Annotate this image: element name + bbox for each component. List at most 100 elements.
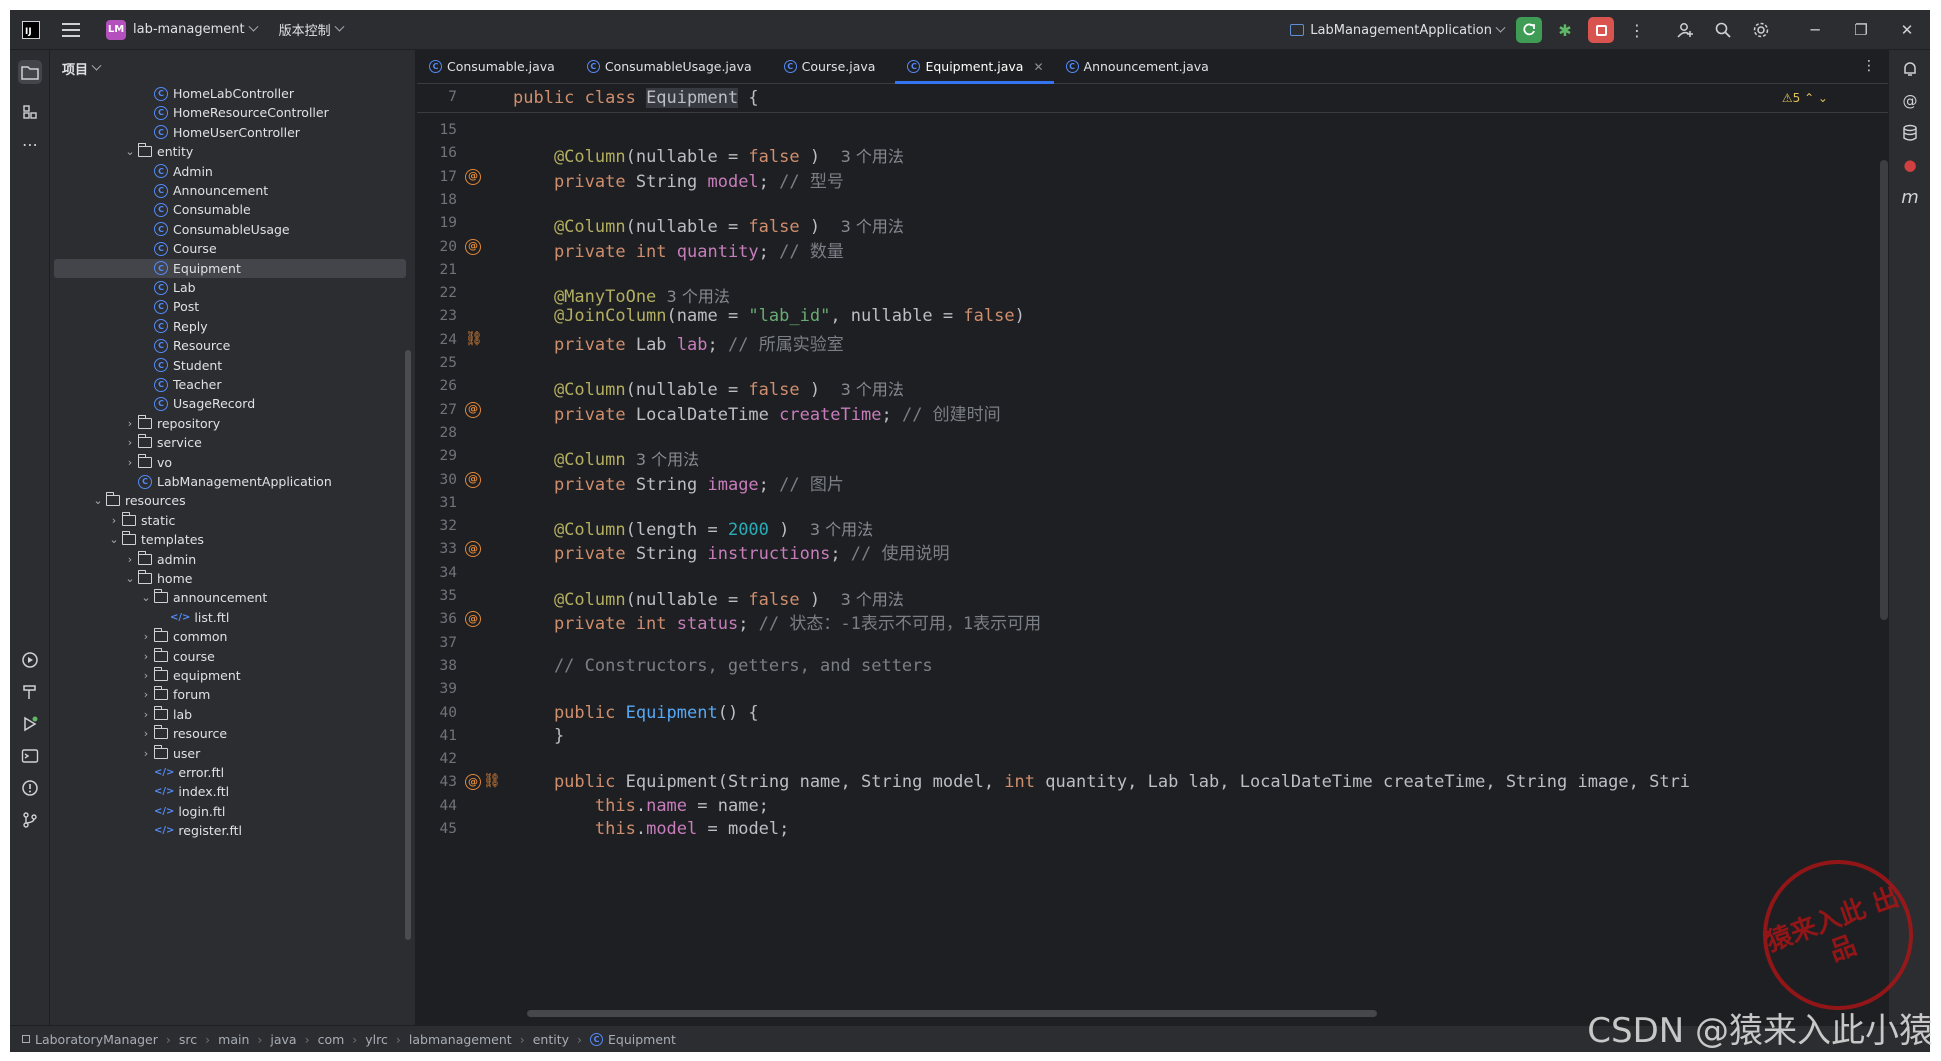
project-badge[interactable]: LM [106, 19, 126, 40]
tree-item-entity[interactable]: ⌄ entity [50, 142, 402, 161]
tree-item-static[interactable]: › static [50, 511, 402, 530]
ai-assistant-icon[interactable]: @ [1899, 90, 1921, 112]
tree-item-homeusercontroller[interactable]: C HomeUserController [50, 123, 402, 142]
terminal-icon[interactable] [18, 744, 42, 768]
build-hammer-icon[interactable] [18, 680, 42, 704]
breadcrumb-item[interactable]: ylrc [365, 1032, 388, 1047]
bean-annotation-gutter-icon[interactable]: @ [465, 238, 481, 255]
notifications-bell-icon[interactable] [1899, 58, 1921, 80]
tree-item-common[interactable]: › common [50, 627, 402, 646]
tree-item-home[interactable]: ⌄ home [50, 569, 402, 588]
plugin-bird-icon[interactable]: ● [1899, 154, 1921, 176]
chevron-down-icon[interactable]: ⌄ [124, 572, 136, 585]
tree-item-equipment[interactable]: › equipment [50, 666, 402, 685]
tree-item-service[interactable]: › service [50, 433, 402, 452]
more-tools-icon[interactable]: ⋯ [18, 132, 42, 156]
chevron-right-icon[interactable]: › [140, 669, 152, 682]
more-actions-icon[interactable]: ⋮ [1622, 15, 1652, 45]
project-switcher[interactable]: lab-management [133, 21, 259, 37]
tree-item-course[interactable]: C Course [50, 239, 402, 258]
add-user-icon[interactable] [1670, 15, 1700, 45]
tree-item-equipment[interactable]: C Equipment [54, 258, 406, 278]
tab-course-java[interactable]: C Course.java [772, 50, 896, 84]
code-line[interactable]: public Equipment() { [513, 703, 759, 723]
tree-item-forum[interactable]: › forum [50, 685, 402, 704]
breadcrumb-item[interactable]: Equipment [608, 1032, 676, 1047]
structure-icon[interactable] [18, 100, 42, 124]
tree-item-lab[interactable]: C Lab [50, 278, 402, 297]
debug-icon[interactable]: ✱ [1550, 15, 1580, 45]
stop-button[interactable] [1588, 17, 1614, 43]
tree-item-error-ftl[interactable]: </> error.ftl [50, 763, 402, 782]
settings-gear-icon[interactable] [1746, 15, 1776, 45]
breadcrumb-item[interactable]: java [270, 1032, 296, 1047]
tree-item-lab[interactable]: › lab [50, 705, 402, 724]
tree-item-teacher[interactable]: C Teacher [50, 375, 402, 394]
tab-announcement-java[interactable]: C Announcement.java [1054, 50, 1229, 84]
chevron-right-icon[interactable]: › [140, 747, 152, 760]
code-line[interactable]: this.name = name; [513, 796, 769, 816]
relation-gutter-icon[interactable]: ⛓ [465, 331, 483, 347]
breadcrumb-item[interactable]: com [318, 1032, 345, 1047]
tree-item-admin[interactable]: C Admin [50, 162, 402, 181]
bean-annotation-gutter-icon[interactable]: @ [465, 774, 481, 791]
tree-item-usagerecord[interactable]: C UsageRecord [50, 394, 402, 413]
chevron-right-icon[interactable]: › [140, 708, 152, 721]
tree-item-index-ftl[interactable]: </> index.ftl [50, 782, 402, 801]
code-line[interactable]: private int quantity; // 数量 [513, 237, 844, 262]
tree-item-announcement[interactable]: C Announcement [50, 181, 402, 200]
chevron-right-icon[interactable]: › [140, 727, 152, 740]
tree-item-login-ftl[interactable]: </> login.ftl [50, 802, 402, 821]
chevron-right-icon[interactable]: › [140, 650, 152, 663]
tabs-more-icon[interactable]: ⋮ [1862, 58, 1876, 74]
tree-item-reply[interactable]: C Reply [50, 317, 402, 336]
code-line[interactable]: private String image; // 图片 [513, 470, 844, 495]
code-line[interactable]: // Constructors, getters, and setters [513, 656, 933, 676]
chevron-right-icon[interactable]: › [140, 630, 152, 643]
project-scrollbar[interactable] [405, 350, 411, 940]
chevron-right-icon[interactable]: › [124, 417, 136, 430]
run-icon[interactable] [18, 712, 42, 736]
tree-item-user[interactable]: › user [50, 744, 402, 763]
code-line[interactable]: @ManyToOne 3 个用法 [513, 283, 730, 307]
code-line[interactable]: @Column(nullable = false ) 3 个用法 [513, 376, 904, 400]
sticky-header-code[interactable]: public class Equipment { [513, 88, 759, 108]
code-line[interactable]: @Column 3 个用法 [513, 446, 699, 470]
database-icon[interactable] [1899, 122, 1921, 144]
tree-item-labmanagementapplication[interactable]: C LabManagementApplication [50, 472, 402, 491]
chevron-down-icon[interactable]: ⌄ [140, 591, 152, 604]
code-line[interactable]: private Lab lab; // 所属实验室 [513, 330, 844, 355]
chevron-right-icon[interactable]: › [140, 688, 152, 701]
tree-item-templates[interactable]: ⌄ templates [50, 530, 402, 549]
tree-item-consumableusage[interactable]: C ConsumableUsage [50, 220, 402, 239]
close-tab-icon[interactable]: ✕ [1033, 60, 1043, 74]
search-icon[interactable] [1708, 15, 1738, 45]
tree-item-resource[interactable]: C Resource [50, 336, 402, 355]
tree-item-repository[interactable]: › repository [50, 414, 402, 433]
code-line[interactable]: private LocalDateTime createTime; // 创建时… [513, 400, 1001, 425]
bean-annotation-gutter-icon[interactable]: @ [465, 168, 481, 185]
tree-item-consumable[interactable]: C Consumable [50, 200, 402, 219]
vcs-menu[interactable]: 版本控制 [279, 20, 345, 39]
breadcrumb-item[interactable]: LaboratoryManager [35, 1032, 158, 1047]
breadcrumb-item[interactable]: src [179, 1032, 197, 1047]
breadcrumb-item[interactable]: entity [533, 1032, 569, 1047]
chevron-right-icon[interactable]: › [124, 456, 136, 469]
bean-annotation-gutter-icon[interactable]: @ [465, 541, 481, 558]
tree-item-homeresourcecontroller[interactable]: C HomeResourceController [50, 103, 402, 122]
bean-annotation-gutter-icon[interactable]: @ [465, 471, 481, 488]
editor-scrollbar[interactable] [1880, 160, 1888, 620]
tree-item-homelabcontroller[interactable]: C HomeLabController [50, 84, 402, 103]
breadcrumb-item[interactable]: labmanagement [409, 1032, 512, 1047]
code-line[interactable]: private String model; // 型号 [513, 167, 844, 192]
chevron-right-icon[interactable]: › [108, 514, 120, 527]
bean-annotation-gutter-icon[interactable]: @ [465, 611, 481, 628]
git-branch-icon[interactable] [18, 808, 42, 832]
tree-item-announcement[interactable]: ⌄ announcement [50, 588, 402, 607]
editor-horizontal-scrollbar[interactable] [527, 1010, 1377, 1017]
breadcrumb-item[interactable]: main [218, 1032, 249, 1047]
tree-item-register-ftl[interactable]: </> register.ftl [50, 821, 402, 840]
tab-consumable-java[interactable]: C Consumable.java [417, 50, 575, 84]
code-line[interactable]: @JoinColumn(name = "lab_id", nullable = … [513, 306, 1025, 326]
tree-item-resource[interactable]: › resource [50, 724, 402, 743]
